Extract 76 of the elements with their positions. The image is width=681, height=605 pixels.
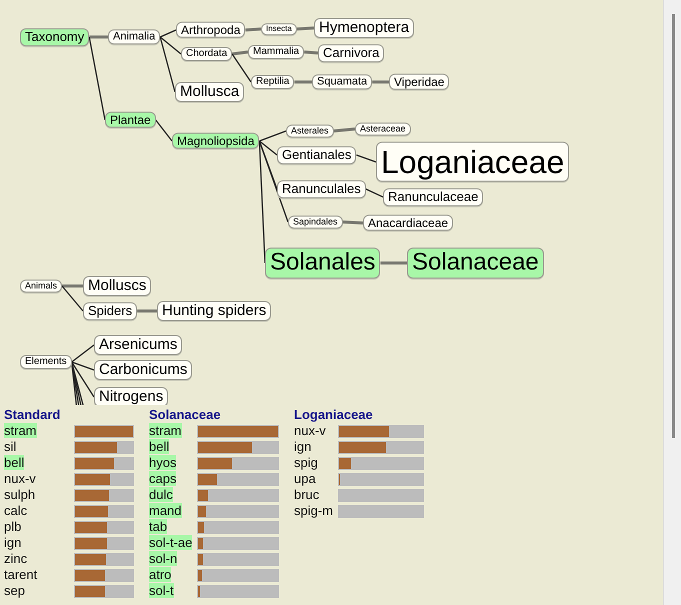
remedy-label: sulph [4,487,36,502]
tree-node[interactable]: Molluscs [83,276,152,296]
connector-line [296,26,314,30]
connector-line [380,262,407,264]
remedy-label: atro [149,567,172,582]
tree-node[interactable]: Hymenoptera [314,18,414,38]
connector-line [245,28,262,32]
tree-node[interactable]: Solanaceae [407,248,544,278]
tree-node[interactable]: Arthropoda [176,22,246,38]
column-heading: Loganiaceae [294,407,373,423]
remedy-label: dulc [149,487,173,502]
tree-node[interactable]: Arsenicums [94,335,182,355]
tree-node[interactable]: Insecta [261,23,297,35]
remedy-label: hyos [149,455,176,470]
connector-line [333,128,356,132]
remedy-label: sil [4,439,16,454]
column-heading: Standard [4,407,60,423]
remedy-label: sol-t [149,583,174,598]
tree-node[interactable]: Taxonomy [20,28,90,46]
remedy-label: mand [149,503,182,518]
connector-line [372,80,389,84]
remedy-label: nux-v [294,423,326,438]
tree-node[interactable]: Loganiaceae [376,142,570,182]
tree-node[interactable]: Ranunculales [277,180,366,198]
tree-node[interactable]: Mollusca [175,82,244,102]
remedy-label: sol-n [149,551,178,566]
remedy-label: bell [149,439,170,454]
tree-node[interactable]: Asterales [286,124,334,138]
tree-node[interactable]: Sapindales [288,216,343,228]
connector-line [304,50,318,54]
tree-node[interactable]: Ranunculaceae [383,188,484,206]
tree-node[interactable]: Carbonicums [94,360,192,380]
tree-node[interactable]: Nitrogens [94,387,168,407]
remedy-label: stram [4,423,36,438]
remedy-label: bruc [294,487,320,502]
tree-node[interactable]: Viperidae [389,74,450,90]
tree-node[interactable]: Reptilia [251,75,294,89]
remedy-label: calc [4,503,28,518]
remedy-label: caps [149,471,176,486]
remedy-label: spig [294,455,318,470]
tree-node[interactable]: Gentianales [277,146,356,164]
tree-node[interactable]: Carnivora [318,44,384,62]
tree-node[interactable]: Hunting spiders [157,301,272,321]
remedy-label: upa [294,471,316,486]
column-heading: Solanaceae [149,407,221,423]
tree-node[interactable]: Magnoliopsida [172,132,260,150]
remedy-label: bell [4,455,24,470]
connector-line [155,120,173,142]
remedy-label: stram [149,423,182,438]
connector-line [137,310,157,312]
connector-line [356,154,376,163]
remedy-label: sol-t-ae [149,535,192,550]
tree-node[interactable]: Anacardiaceae [363,214,454,232]
remedy-label: spig-m [294,503,334,518]
remedy-label: ign [294,439,312,454]
remedy-label: ign [4,535,22,550]
remedy-label: plb [4,519,22,534]
connector-line [294,80,312,84]
tree-node[interactable]: Spiders [83,302,138,320]
remedy-label: tab [149,519,168,534]
tree-node[interactable]: Solanales [265,248,380,278]
scrollbar-thumb[interactable] [672,14,675,438]
tree-node[interactable]: Animals [20,280,62,292]
remedy-label: sep [4,583,25,598]
tree-node[interactable]: Elements [20,355,72,369]
tree-node[interactable]: Animalia [108,29,160,45]
tree-node[interactable]: Plantae [105,112,156,128]
connector-line [342,220,364,224]
remedy-label: tarent [4,567,38,582]
tree-node[interactable]: Squamata [312,74,372,90]
remedy-label: nux-v [4,471,36,486]
tree-node[interactable]: Mammalia [248,45,304,59]
connector-line [366,188,384,198]
remedy-label: zinc [4,551,28,566]
tree-node[interactable]: Chordata [181,47,232,61]
tree-node[interactable]: Asteraceae [355,122,411,136]
